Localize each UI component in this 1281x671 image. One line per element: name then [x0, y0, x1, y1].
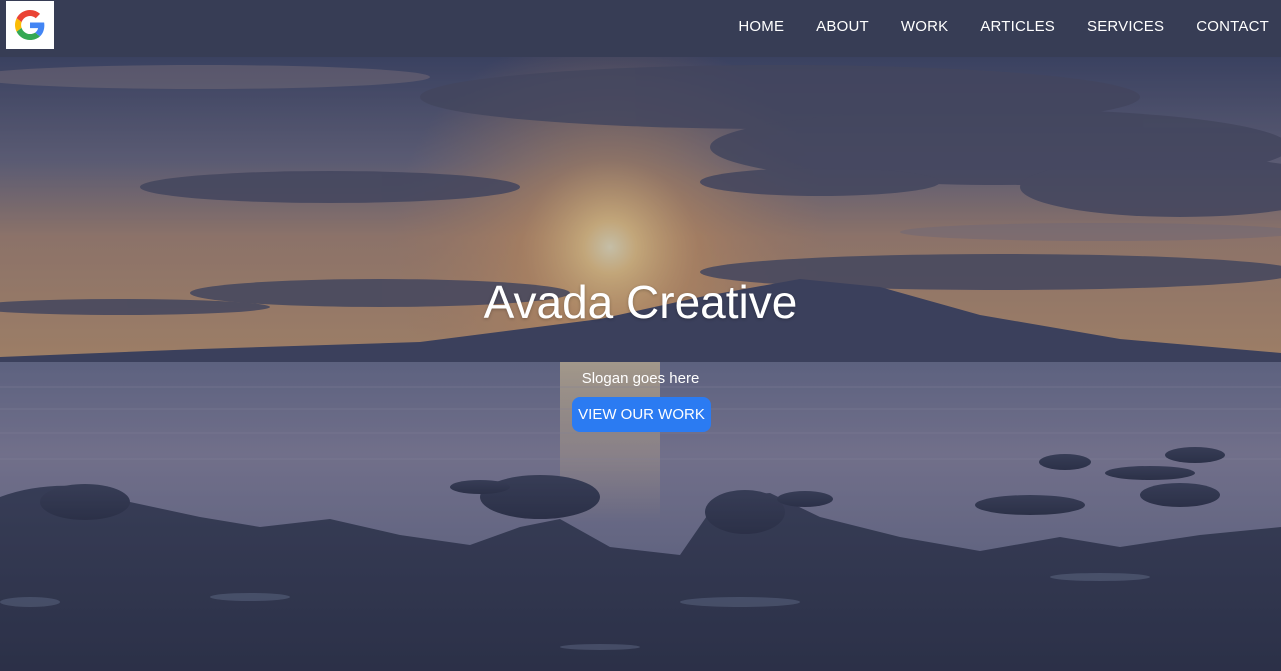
nav-about[interactable]: ABOUT — [816, 18, 869, 35]
hero-overlay — [0, 57, 1281, 671]
nav-articles[interactable]: ARTICLES — [980, 18, 1055, 35]
top-navbar: HOME ABOUT WORK ARTICLES SERVICES CONTAC… — [0, 0, 1281, 57]
nav-services[interactable]: SERVICES — [1087, 18, 1164, 35]
google-g-icon — [15, 10, 45, 40]
nav-work[interactable]: WORK — [901, 18, 948, 35]
nav-contact[interactable]: CONTACT — [1196, 18, 1269, 35]
hero-section: Avada Creative Slogan goes here VIEW OUR… — [0, 57, 1281, 671]
hero-title: Avada Creative — [483, 276, 798, 328]
hero-slogan: Slogan goes here — [581, 370, 700, 387]
logo[interactable] — [6, 1, 54, 49]
main-nav: HOME ABOUT WORK ARTICLES SERVICES CONTAC… — [738, 0, 1269, 52]
view-our-work-button[interactable]: VIEW OUR WORK — [572, 397, 711, 432]
nav-home[interactable]: HOME — [738, 18, 784, 35]
